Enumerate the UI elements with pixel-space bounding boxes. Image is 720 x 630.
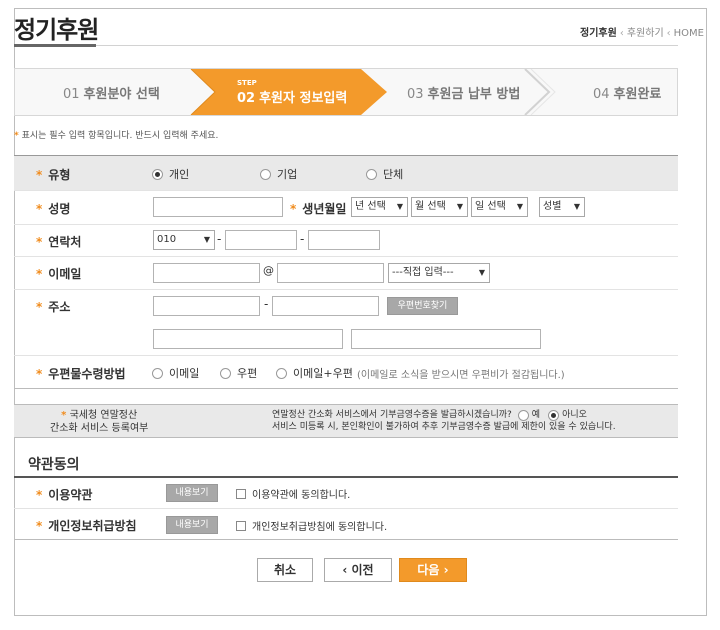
tax-yes-radio[interactable]: 예 xyxy=(517,409,540,421)
type-company-radio[interactable]: 기업 xyxy=(260,166,297,182)
privacy-label: * 개인정보취급방침 xyxy=(36,519,137,533)
tax-service-row: * 국세청 연말정산 간소화 서비스 등록여부 연말정산 간소화 서비스에서 기… xyxy=(14,404,678,438)
radio-icon xyxy=(152,367,163,379)
email-label: * 이메일 xyxy=(36,267,82,281)
title-accent-bar xyxy=(14,44,96,47)
breadcrumb-home[interactable]: HOME xyxy=(674,28,704,39)
radio-icon xyxy=(260,168,271,180)
birth-label: * 생년월일 xyxy=(290,202,347,216)
terms-title: 약관동의 xyxy=(28,457,80,473)
name-label: * 성명 xyxy=(36,202,71,216)
mail-email-radio[interactable]: 이메일 xyxy=(152,365,199,381)
radio-icon xyxy=(276,367,287,379)
phone-last-input[interactable] xyxy=(308,230,380,250)
zip-dash: - xyxy=(264,297,269,311)
breadcrumb-donate[interactable]: 후원하기 xyxy=(627,28,664,39)
mail-hint: (이메일로 소식을 받으시면 우편비가 절감됩니다.) xyxy=(357,370,565,381)
mail-both-radio[interactable]: 이메일+우편 xyxy=(276,365,353,381)
name-input[interactable] xyxy=(153,197,283,217)
mail-label: * 우편물수령방법 xyxy=(36,367,126,381)
zip-first-input[interactable] xyxy=(153,296,260,316)
prev-button[interactable]: ‹ 이전 xyxy=(324,558,392,582)
mail-row: * 우편물수령방법 이메일 우편 이메일+우편 (이메일로 소식을 받으시면 우편… xyxy=(14,356,678,389)
email-at: @ xyxy=(263,264,274,277)
privacy-agree-checkbox[interactable]: 개인정보취급방침에 동의합니다. xyxy=(236,518,387,533)
radio-icon xyxy=(548,409,560,421)
terms-view-button[interactable]: 내용보기 xyxy=(166,484,218,502)
email-row: * 이메일 @ ---직접 입력--- ▼ xyxy=(14,257,678,290)
breadcrumb-separator: ‹ xyxy=(666,28,671,39)
name-row: * 성명 * 생년월일 년 선택 ▼ 월 선택 ▼ 일 선택 ▼ 성별 ▼ xyxy=(14,191,678,225)
radio-icon xyxy=(366,168,377,180)
terms-row: * 이용약관 내용보기 이용약관에 동의합니다. xyxy=(14,478,678,509)
phone-middle-input[interactable] xyxy=(225,230,297,250)
tax-no-radio[interactable]: 아니오 xyxy=(548,409,587,421)
tax-note: 서비스 미등록 시, 본인확인이 불가하여 추후 기부금영수증 발급에 제한이 … xyxy=(272,422,616,432)
step-3: 03 후원금 납부 방법 xyxy=(407,86,521,102)
breadcrumb-current[interactable]: 정기후원 xyxy=(580,28,617,39)
terms-agree-checkbox[interactable]: 이용약관에 동의합니다. xyxy=(236,486,350,501)
address-line1-input[interactable] xyxy=(153,329,343,349)
zip-second-input[interactable] xyxy=(272,296,379,316)
step-1: 01 후원분야 선택 xyxy=(63,86,160,102)
checkbox-icon xyxy=(236,520,246,531)
tax-question: 연말정산 간소화 서비스에서 기부금영수증을 발급하시겠습니까? 예 아니오 서… xyxy=(272,409,616,432)
radio-icon xyxy=(220,367,231,379)
type-group-radio[interactable]: 단체 xyxy=(366,166,403,182)
next-button[interactable]: 다음 › xyxy=(399,558,467,582)
phone-prefix-select[interactable]: 010 ▼ xyxy=(153,230,215,250)
type-individual-radio[interactable]: 개인 xyxy=(152,166,189,182)
type-row: * 유형 개인 기업 단체 xyxy=(14,156,678,191)
email-domain-input[interactable] xyxy=(277,263,384,283)
address-line2-input[interactable] xyxy=(351,329,541,349)
address-row: * 주소 - 우편번호찾기 xyxy=(14,290,678,356)
radio-icon xyxy=(517,409,529,421)
phone-row: * 연락처 010 ▼ - - xyxy=(14,225,678,257)
birth-month-select[interactable]: 월 선택 ▼ xyxy=(411,197,468,217)
page-title: 정기후원 xyxy=(14,16,99,44)
privacy-row: * 개인정보취급방침 내용보기 개인정보취급방침에 동의합니다. xyxy=(14,509,678,540)
address-label: * 주소 xyxy=(36,300,71,314)
birth-year-select[interactable]: 년 선택 ▼ xyxy=(351,197,408,217)
cancel-button[interactable]: 취소 xyxy=(257,558,313,582)
breadcrumb-separator: ‹ xyxy=(619,28,624,39)
birth-day-select[interactable]: 일 선택 ▼ xyxy=(471,197,528,217)
required-notice: * 표시는 필수 입력 항목입니다. 반드시 입력해 주세요. xyxy=(14,131,219,141)
checkbox-icon xyxy=(236,488,246,499)
radio-icon xyxy=(152,168,163,180)
phone-dash: - xyxy=(300,232,305,246)
breadcrumb: 정기후원 ‹ 후원하기 ‹ HOME xyxy=(580,24,704,39)
step-progress: 01 후원분야 선택 STEP 02 후원자 정보입력 03 후원금 납부 방법 04… xyxy=(14,68,678,116)
step-2: STEP 02 후원자 정보입력 xyxy=(237,78,348,106)
terms-label: * 이용약관 xyxy=(36,488,93,502)
tax-label: * 국세청 연말정산 간소화 서비스 등록여부 xyxy=(50,410,149,434)
privacy-view-button[interactable]: 내용보기 xyxy=(166,516,218,534)
email-id-input[interactable] xyxy=(153,263,260,283)
phone-dash: - xyxy=(217,232,222,246)
phone-label: * 연락처 xyxy=(36,235,82,249)
mail-post-radio[interactable]: 우편 xyxy=(220,365,257,381)
step-4: 04 후원완료 xyxy=(593,86,662,102)
title-underline xyxy=(14,45,678,46)
type-label: * 유형 xyxy=(36,168,71,182)
zip-search-button[interactable]: 우편번호찾기 xyxy=(387,297,458,315)
gender-select[interactable]: 성별 ▼ xyxy=(539,197,585,217)
email-domain-select[interactable]: ---직접 입력--- ▼ xyxy=(388,263,490,283)
